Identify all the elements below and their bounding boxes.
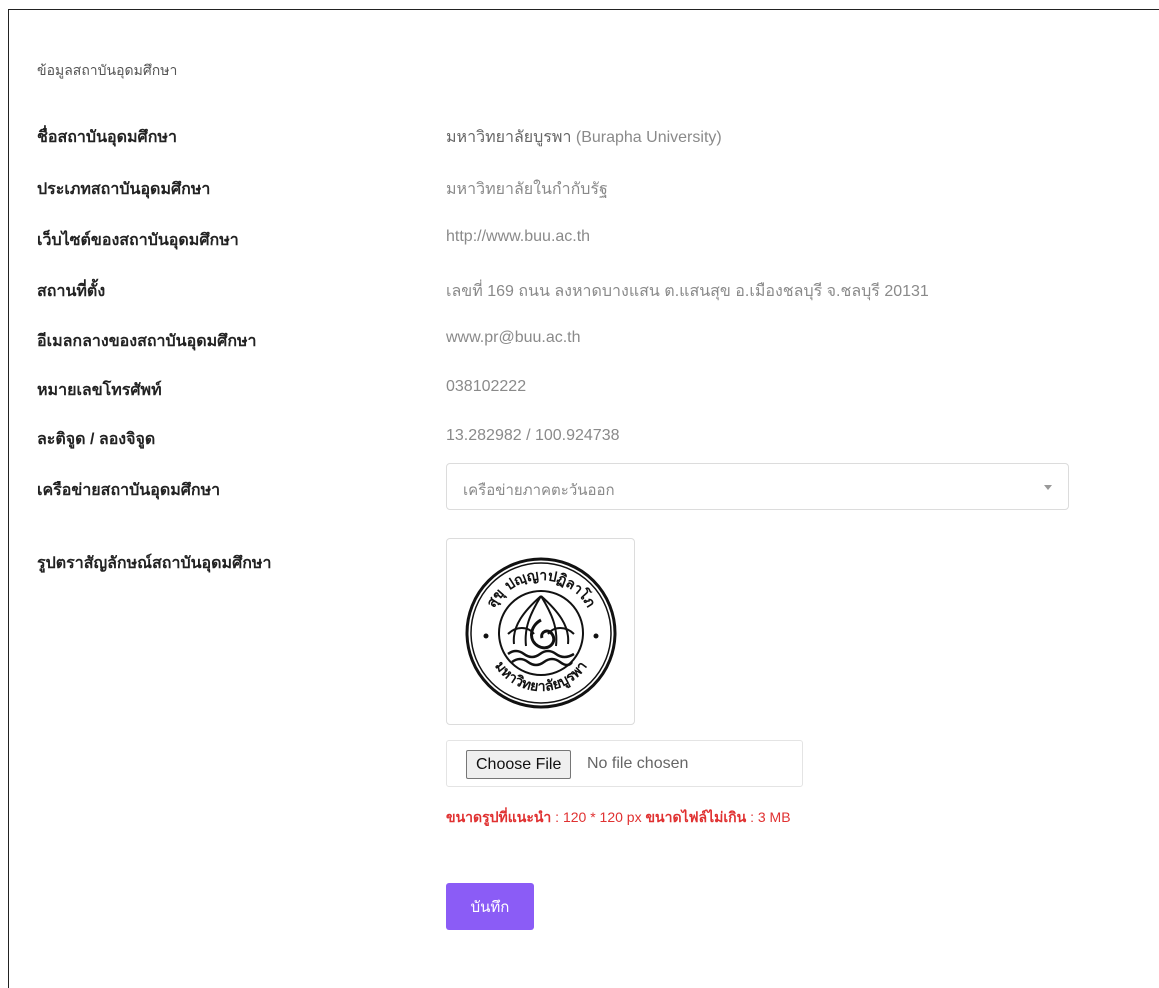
network-selected-value: เครือข่ายภาคตะวันออก: [463, 482, 615, 499]
field-row-website: เว็บไซต์ของสถาบันอุดมศึกษา http://www.bu…: [37, 228, 1077, 252]
field-label: เครือข่ายสถาบันอุดมศึกษา: [37, 482, 221, 499]
seal-text-top: สุขุ ปญฺญาปฏิลาโภ: [484, 568, 598, 611]
university-seal-image: สุขุ ปญฺญาปฏิลาโภ มหาวิทยาลัยบูรพา: [465, 557, 617, 709]
field-value: เลขที่ 169 ถนน ลงหาดบางแสน ต.แสนสุข อ.เม…: [446, 283, 929, 300]
field-value: http://www.buu.ac.th: [446, 228, 591, 245]
choose-file-button[interactable]: Choose File: [466, 750, 572, 779]
field-value: มหาวิทยาลัยบูรพา (Burapha University): [446, 125, 722, 150]
field-row-name: ชื่อสถาบันอุดมศึกษา มหาวิทยาลัยบูรพา (Bu…: [37, 125, 1077, 149]
field-row-latlong: ละติจูด / ลองจิจูด 13.282982 / 100.92473…: [37, 427, 1077, 451]
field-value: www.pr@buu.ac.th: [446, 329, 581, 346]
field-value: 038102222: [446, 378, 527, 395]
field-label: รูปตราสัญลักษณ์สถาบันอุดมศึกษา: [37, 555, 272, 572]
field-row-email: อีเมลกลางของสถาบันอุดมศึกษา www.pr@buu.a…: [37, 329, 1077, 353]
svg-text:สุขุ ปญฺญาปฏิลาโภ: สุขุ ปญฺญาปฏิลาโภ: [484, 568, 598, 611]
field-label: อีเมลกลางของสถาบันอุดมศึกษา: [37, 333, 257, 350]
field-label: ประเภทสถาบันอุดมศึกษา: [37, 181, 211, 198]
field-row-address: สถานที่ตั้ง เลขที่ 169 ถนน ลงหาดบางแสน ต…: [37, 279, 1077, 303]
hint-file-value: : 3 MB: [746, 809, 791, 825]
save-button[interactable]: บันทึก: [446, 883, 534, 930]
upload-hint: ขนาดรูปที่แนะนำ : 120 * 120 px ขนาดไฟล์ไ…: [446, 804, 796, 830]
file-status: No file chosen: [587, 755, 689, 772]
file-input[interactable]: Choose File No file chosen: [446, 740, 803, 787]
field-row-phone: หมายเลขโทรศัพท์ 038102222: [37, 378, 1077, 402]
field-row-type: ประเภทสถาบันอุดมศึกษา มหาวิทยาลัยในกำกับ…: [37, 177, 1077, 201]
logo-preview: สุขุ ปญฺญาปฏิลาโภ มหาวิทยาลัยบูรพา: [446, 538, 635, 725]
field-label: ละติจูด / ลองจิจูด: [37, 431, 156, 448]
field-value: มหาวิทยาลัยในกำกับรัฐ: [446, 181, 608, 198]
field-label: สถานที่ตั้ง: [37, 283, 106, 300]
field-value: 13.282982 / 100.924738: [446, 427, 620, 444]
field-label: ชื่อสถาบันอุดมศึกษา: [37, 129, 177, 146]
section-title: ข้อมูลสถาบันอุดมศึกษา: [37, 62, 178, 78]
field-value-thai: มหาวิทยาลัยบูรพา: [446, 129, 572, 146]
hint-size-value: : 120 * 120 px: [551, 809, 646, 825]
field-value-english: (Burapha University): [571, 129, 722, 146]
network-select[interactable]: เครือข่ายภาคตะวันออก: [446, 463, 1069, 510]
field-label: เว็บไซต์ของสถาบันอุดมศึกษา: [37, 232, 239, 249]
hint-file-label: ขนาดไฟล์ไม่เกิน: [645, 809, 747, 825]
hint-size-label: ขนาดรูปที่แนะนำ: [446, 809, 552, 825]
field-label: หมายเลขโทรศัพท์: [37, 382, 162, 399]
chevron-down-icon: [1044, 485, 1052, 490]
